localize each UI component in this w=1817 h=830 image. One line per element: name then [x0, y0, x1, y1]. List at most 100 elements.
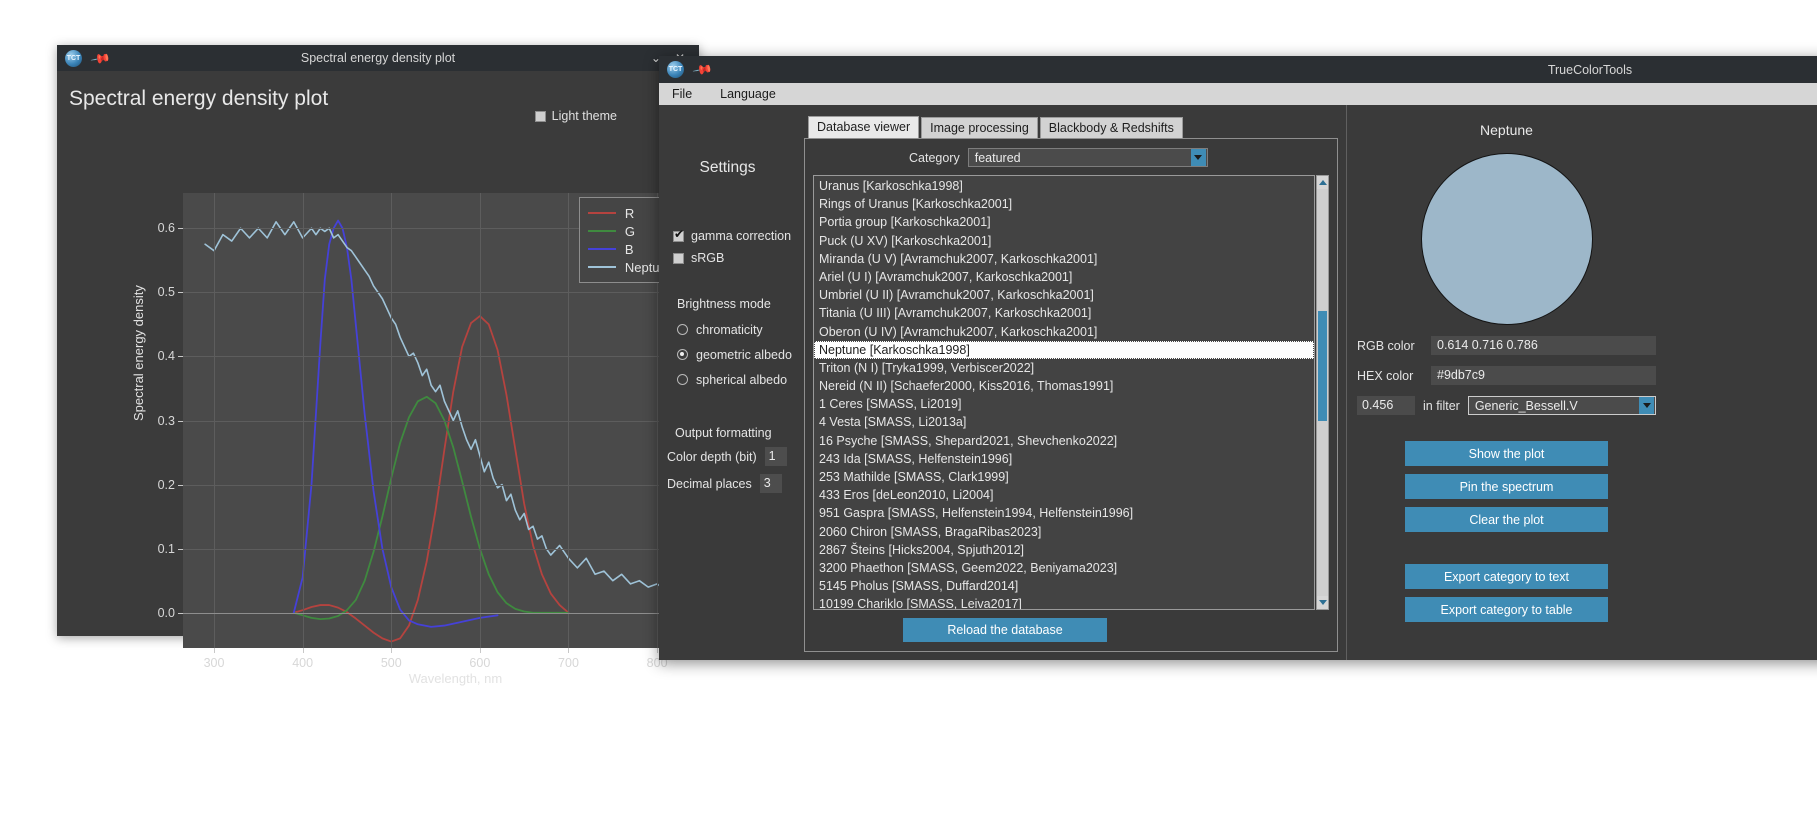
decimal-places-input[interactable]: 3: [759, 474, 782, 493]
list-item[interactable]: 433 Eros [deLeon2010, Li2004]: [814, 486, 1314, 504]
menu-file[interactable]: File: [667, 85, 697, 103]
scroll-down-icon[interactable]: [1317, 596, 1328, 609]
chart-x-tick-mark: [391, 648, 393, 653]
screen: TCT 📌 Spectral energy density plot ⌄ ✕ S…: [0, 0, 1817, 830]
list-item[interactable]: Puck (U XV) [Karkoschka2001]: [814, 232, 1314, 250]
chart-x-tick-mark: [568, 648, 570, 653]
plot-window-titlebar: TCT 📌 Spectral energy density plot ⌄ ✕: [57, 45, 699, 71]
srgb-checkbox[interactable]: [673, 252, 684, 264]
radio-spherical-albedo-dot[interactable]: [677, 374, 688, 385]
list-item[interactable]: 5145 Pholus [SMASS, Duffard2014]: [814, 577, 1314, 595]
list-item[interactable]: 2867 Šteins [Hicks2004, Spjuth2012]: [814, 541, 1314, 559]
export-category-to-table-button[interactable]: Export category to table: [1405, 597, 1608, 622]
tct-logo-icon: TCT: [667, 61, 684, 78]
radio-spherical-albedo[interactable]: spherical albedo: [677, 367, 796, 392]
light-theme-checkbox[interactable]: [534, 110, 546, 122]
list-item[interactable]: 951 Gaspra [SMASS, Helfenstein1994, Helf…: [814, 504, 1314, 522]
tct-window-title: TrueColorTools: [1547, 62, 1633, 77]
chart-y-tick-label: 0.3: [157, 413, 175, 428]
pin-icon[interactable]: 📌: [692, 59, 714, 81]
radio-chromaticity[interactable]: chromaticity: [677, 317, 796, 342]
gamma-correction-checkbox-row[interactable]: gamma correction: [673, 225, 796, 247]
list-scrollbar[interactable]: [1316, 175, 1329, 610]
export-actions: Export category to text Export category …: [1357, 564, 1656, 622]
pin-icon[interactable]: 📌: [90, 47, 112, 69]
scroll-up-icon[interactable]: [1317, 176, 1328, 189]
settings-panel: Settings gamma correction sRGB Brightnes…: [659, 105, 796, 660]
list-item[interactable]: Neptune [Karkoschka1998]: [814, 340, 1314, 359]
hex-color-value[interactable]: #9db7c9: [1431, 366, 1656, 385]
database-list[interactable]: Uranus [Karkoschka1998] Rings of Uranus […: [813, 175, 1315, 610]
object-name: Neptune: [1480, 122, 1533, 138]
gamma-correction-checkbox[interactable]: [673, 228, 684, 242]
plot-window-title: Spectral energy density plot: [300, 51, 456, 65]
list-item[interactable]: Ariel (U I) [Avramchuk2007, Karkoschka20…: [814, 268, 1314, 286]
menu-bar: File Language: [659, 83, 1817, 105]
srgb-checkbox-row[interactable]: sRGB: [673, 247, 796, 269]
export-category-to-text-button[interactable]: Export category to text: [1405, 564, 1608, 589]
decimal-places-row: Decimal places 3: [667, 473, 796, 494]
list-item[interactable]: 3200 Phaethon [SMASS, Geem2022, Beniyama…: [814, 559, 1314, 577]
show-the-plot-button[interactable]: Show the plot: [1405, 441, 1608, 466]
radio-geometric-albedo-dot[interactable]: [677, 349, 688, 360]
chart-y-tick-label: 0.4: [157, 349, 175, 364]
list-item[interactable]: 16 Psyche [SMASS, Shepard2021, Shevchenk…: [814, 432, 1314, 450]
pin-the-spectrum-button[interactable]: Pin the spectrum: [1405, 474, 1608, 499]
clear-the-plot-button[interactable]: Clear the plot: [1405, 507, 1608, 532]
legend-color-swatch: [587, 266, 616, 268]
list-item[interactable]: Rings of Uranus [Karkoschka2001]: [814, 195, 1314, 213]
list-item[interactable]: Oberon (U IV) [Avramchuk2007, Karkoschka…: [814, 323, 1314, 341]
object-detail-panel: Neptune RGB color 0.614 0.716 0.786 HEX …: [1346, 105, 1666, 660]
decimal-places-label: Decimal places: [667, 476, 752, 491]
radio-chromaticity-dot[interactable]: [677, 324, 688, 335]
list-item[interactable]: 2060 Chiron [SMASS, BragaRibas2023]: [814, 523, 1314, 541]
tab-image-processing[interactable]: Image processing: [921, 117, 1038, 139]
list-item[interactable]: 1 Ceres [SMASS, Li2019]: [814, 395, 1314, 413]
list-item[interactable]: 243 Ida [SMASS, Helfenstein1996]: [814, 450, 1314, 468]
chart-gridline-horizontal: [183, 484, 728, 486]
in-filter-label: in filter: [1423, 398, 1460, 413]
tab-database-viewer[interactable]: Database viewer: [808, 116, 920, 139]
menu-language[interactable]: Language: [715, 85, 781, 103]
chart-gridline-horizontal: [183, 292, 728, 294]
list-item[interactable]: Miranda (U V) [Avramchuk2007, Karkoschka…: [814, 250, 1314, 268]
chevron-down-icon[interactable]: [1190, 149, 1206, 166]
chart-gridline-horizontal: [183, 612, 728, 614]
chart-y-tick-mark: [178, 356, 183, 358]
list-item[interactable]: Triton (N I) [Tryka1999, Verbiscer2022]: [814, 359, 1314, 377]
filter-select[interactable]: Generic_Bessell.V: [1467, 396, 1656, 415]
scrollbar-thumb[interactable]: [1318, 311, 1327, 421]
chart-y-tick-mark: [178, 420, 183, 422]
list-item[interactable]: Portia group [Karkoschka2001]: [814, 213, 1314, 231]
radio-spherical-albedo-label: spherical albedo: [696, 372, 788, 387]
reload-database-button[interactable]: Reload the database: [903, 618, 1107, 642]
chart-series-g: [292, 395, 570, 621]
filter-magnitude-value[interactable]: 0.456: [1357, 396, 1415, 415]
legend-color-swatch: [587, 230, 616, 232]
light-theme-toggle[interactable]: Light theme: [534, 109, 617, 123]
color-depth-input[interactable]: 1: [764, 447, 787, 466]
light-theme-label: Light theme: [551, 109, 617, 123]
radio-geometric-albedo[interactable]: geometric albedo: [677, 342, 796, 367]
chart-y-tick-mark: [178, 228, 183, 230]
tab-blackbody-redshifts[interactable]: Blackbody & Redshifts: [1039, 117, 1183, 139]
chart-x-tick-label: 600: [469, 656, 491, 670]
list-item[interactable]: Nereid (N II) [Schaefer2000, Kiss2016, T…: [814, 377, 1314, 395]
hex-color-row: HEX color #9db7c9: [1357, 366, 1656, 385]
list-item[interactable]: 4 Vesta [SMASS, Li2013a]: [814, 413, 1314, 431]
filter-selected-value: Generic_Bessell.V: [1474, 398, 1578, 413]
legend-color-swatch: [587, 248, 616, 250]
list-item[interactable]: Titania (U III) [Avramchuk2007, Karkosch…: [814, 304, 1314, 322]
category-select[interactable]: featured: [967, 148, 1208, 167]
rgb-color-value[interactable]: 0.614 0.716 0.786: [1431, 336, 1656, 355]
chart-series-r: [292, 315, 570, 643]
database-viewer-panel: Category featured Uranus [Karkoschka1998…: [804, 138, 1338, 652]
list-item[interactable]: Uranus [Karkoschka1998]: [814, 177, 1314, 195]
chart-y-tick-mark: [178, 548, 183, 550]
settings-heading: Settings: [699, 159, 756, 176]
list-item[interactable]: 10199 Chariklo [SMASS, Leiva2017]: [814, 595, 1314, 609]
chevron-down-icon[interactable]: [1639, 397, 1654, 414]
list-item[interactable]: 253 Mathilde [SMASS, Clark1999]: [814, 468, 1314, 486]
chart-y-axis-label: Spectral energy density: [131, 285, 146, 421]
list-item[interactable]: Umbriel (U II) [Avramchuk2007, Karkoschk…: [814, 286, 1314, 304]
